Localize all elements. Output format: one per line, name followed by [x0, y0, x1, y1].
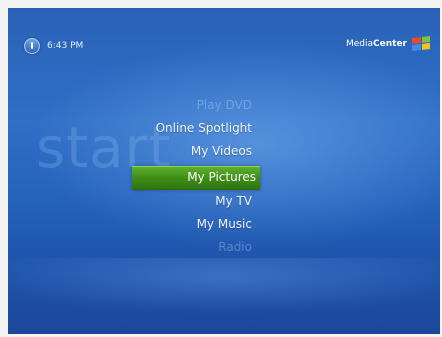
menu-item-my-pictures[interactable]: My Pictures	[132, 166, 260, 190]
media-center-logo: Media Center	[346, 36, 430, 51]
menu-item-my-music[interactable]: My Music	[197, 217, 252, 231]
status-bar: 6:43 PM	[24, 38, 83, 54]
menu-item-my-videos[interactable]: My Videos	[191, 144, 252, 158]
brand-suffix: Center	[373, 38, 407, 49]
brand-prefix: Media	[346, 38, 374, 49]
menu-item-my-tv[interactable]: My TV	[215, 194, 252, 208]
clock-time: 6:43 PM	[47, 41, 84, 51]
menu-item-radio[interactable]: Radio	[218, 240, 252, 254]
menu-item-my-pictures-label: My Pictures	[187, 170, 256, 184]
power-icon[interactable]	[24, 38, 40, 54]
windows-flag-icon	[412, 36, 430, 51]
menu-item-online-spotlight[interactable]: Online Spotlight	[156, 121, 252, 135]
menu-item-play-dvd[interactable]: Play DVD	[197, 98, 252, 112]
media-center-screen: 6:43 PM Media Center start Play DVD Onlin…	[8, 8, 440, 334]
